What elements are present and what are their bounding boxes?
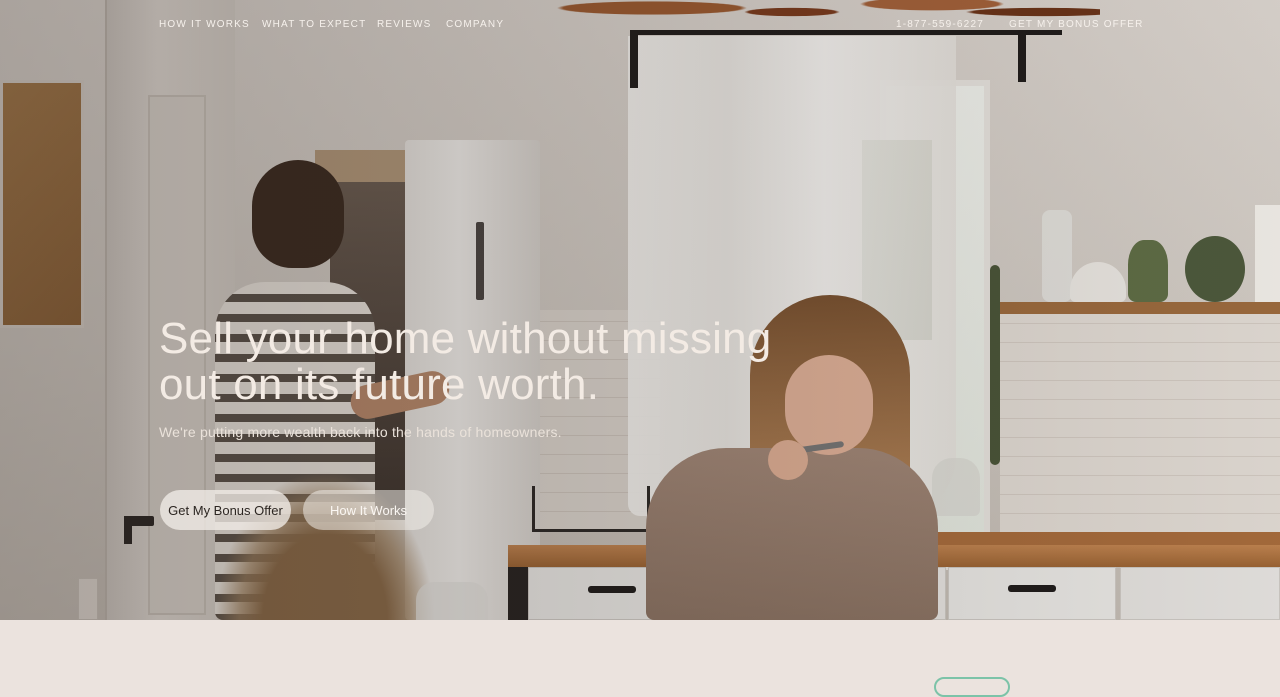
- hero-headline-line-1: Sell your home without missing: [159, 314, 772, 363]
- nav-link-how-it-works[interactable]: HOW IT WORKS: [159, 19, 250, 30]
- next-section: [0, 620, 1280, 697]
- hero-headline: Sell your home without missing out on it…: [159, 316, 859, 408]
- nav-link-what-to-expect[interactable]: WHAT TO EXPECT: [262, 19, 366, 30]
- top-navigation: HOW IT WORKS WHAT TO EXPECT REVIEWS COMP…: [0, 0, 1280, 52]
- how-it-works-button[interactable]: How It Works: [303, 490, 434, 530]
- hero-subheading: We're putting more wealth back into the …: [159, 424, 562, 440]
- nav-link-company[interactable]: COMPANY: [446, 19, 504, 30]
- nav-bonus-offer-link[interactable]: GET MY BONUS OFFER: [1009, 19, 1144, 30]
- get-bonus-offer-button[interactable]: Get My Bonus Offer: [160, 490, 291, 530]
- section-pill-outline: [934, 677, 1010, 697]
- hero-section: HOW IT WORKS WHAT TO EXPECT REVIEWS COMP…: [0, 0, 1280, 620]
- nav-link-reviews[interactable]: REVIEWS: [377, 19, 432, 30]
- hero-headline-line-2: out on its future worth.: [159, 360, 600, 409]
- nav-phone-link[interactable]: 1-877-559-6227: [896, 19, 984, 30]
